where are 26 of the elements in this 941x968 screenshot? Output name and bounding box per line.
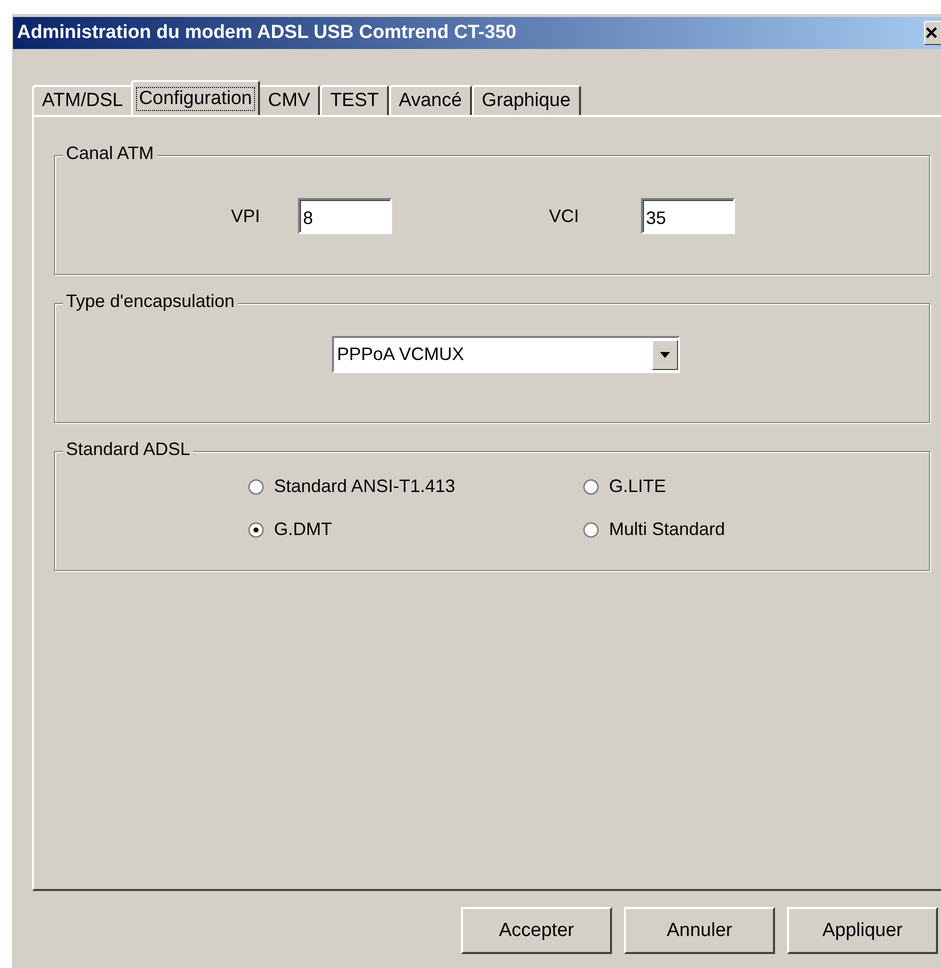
window-title: Administration du modem ADSL USB Comtrend CT-350 <box>17 22 516 44</box>
tab[interactable]: ATM/DSL <box>32 85 133 115</box>
tab[interactable]: Configuration <box>130 80 260 115</box>
dropdown[interactable]: PPPoA VCMUX <box>332 336 680 373</box>
tab[interactable]: Avancé <box>388 85 472 115</box>
radio-label: Standard ANSI-T1.413 <box>274 476 456 497</box>
input-field[interactable]: 35 <box>641 198 735 234</box>
tab[interactable]: CMV <box>258 85 320 115</box>
radio-label: G.DMT <box>274 519 332 540</box>
radio-label: G.LITE <box>609 476 666 497</box>
tab[interactable]: Graphique <box>472 85 581 115</box>
radio-button[interactable] <box>583 478 599 494</box>
group-title: Type d'encapsulation <box>63 291 238 312</box>
dialog-button[interactable]: Appliquer <box>787 907 938 954</box>
dialog-button[interactable]: Accepter <box>461 907 612 954</box>
field-label: VPI <box>231 206 262 226</box>
radio-button[interactable] <box>583 522 599 538</box>
radio-button[interactable] <box>248 478 264 494</box>
input-field[interactable]: 8 <box>298 198 392 234</box>
dialog-button[interactable]: Annuler <box>624 907 775 954</box>
radio-button[interactable] <box>248 522 264 538</box>
radio-label: Multi Standard <box>609 519 726 540</box>
caret-icon <box>659 350 671 358</box>
field-label: VCI <box>549 206 580 226</box>
tab[interactable]: TEST <box>320 85 389 115</box>
close-button[interactable]: × <box>924 21 941 45</box>
